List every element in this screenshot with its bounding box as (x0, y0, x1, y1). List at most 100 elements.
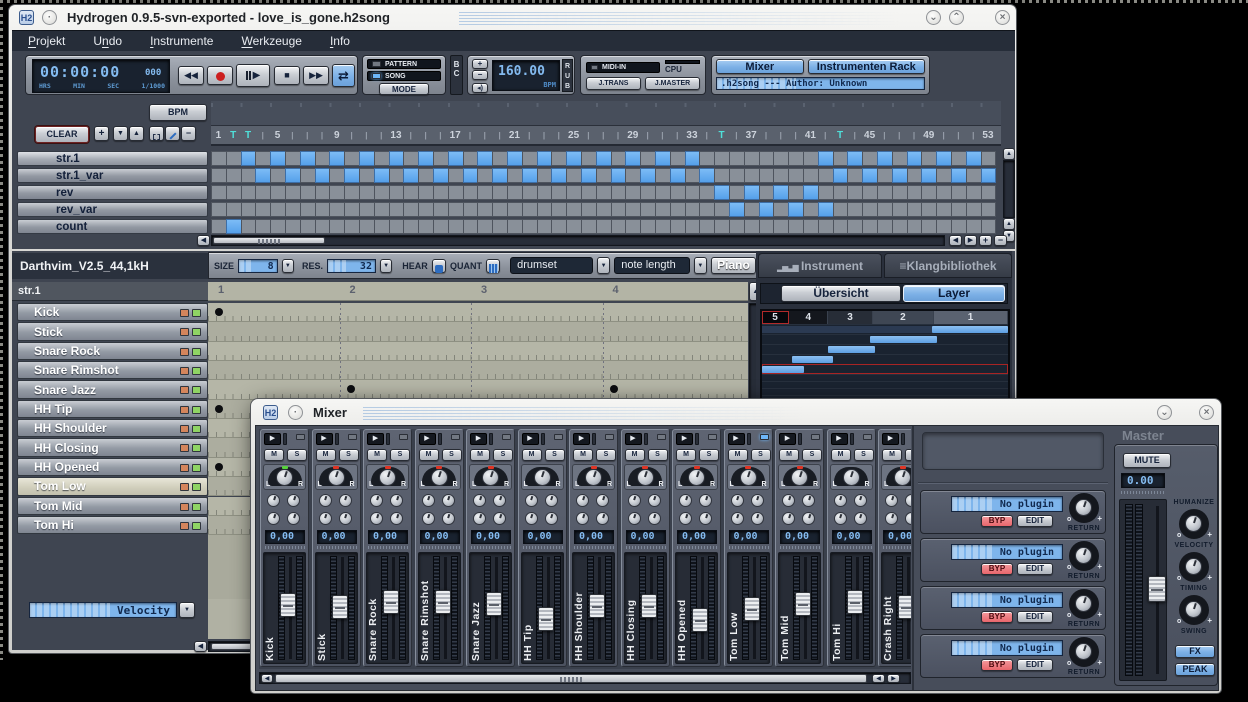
strip-knob-handle[interactable] (850, 433, 854, 445)
song-cell[interactable] (892, 151, 908, 166)
strip-pan-control[interactable]: LR (778, 464, 821, 490)
instrument-row-tom-low[interactable]: Tom Low (17, 477, 208, 495)
song-cell[interactable] (981, 185, 997, 200)
song-cell[interactable] (714, 151, 730, 166)
song-grid-row[interactable] (211, 151, 995, 166)
song-cell[interactable] (566, 202, 582, 217)
song-cell[interactable] (744, 202, 760, 217)
song-cell[interactable] (551, 151, 567, 166)
song-cell[interactable] (833, 219, 849, 234)
song-cell[interactable] (611, 151, 627, 166)
solo-led[interactable] (192, 367, 201, 375)
layer-editor[interactable]: 54321 (760, 309, 1010, 399)
song-cell[interactable] (907, 185, 923, 200)
pattern-grid-row[interactable] (208, 361, 748, 380)
song-cell[interactable] (803, 185, 819, 200)
song-cell[interactable] (981, 168, 997, 183)
song-cell[interactable] (463, 202, 479, 217)
song-cell[interactable] (966, 185, 982, 200)
song-cell[interactable] (699, 219, 715, 234)
song-cell[interactable] (507, 219, 523, 234)
song-cell[interactable] (655, 202, 671, 217)
strip-mute-button[interactable]: M (882, 449, 902, 461)
strip-knob-handle[interactable] (541, 433, 545, 445)
pattern-row-rev[interactable]: rev (17, 185, 208, 200)
song-cell[interactable] (211, 185, 227, 200)
strip-pan-control[interactable]: LR (624, 464, 667, 490)
song-cell[interactable] (448, 219, 464, 234)
strip-solo-button[interactable]: S (390, 449, 410, 461)
res-dropdown-icon[interactable]: ▼ (380, 259, 392, 273)
solo-led[interactable] (192, 425, 201, 433)
strip-play-button[interactable]: ▶ (264, 433, 281, 445)
fx-send-knob-2[interactable] (545, 494, 558, 507)
strip-mute-button[interactable]: M (264, 449, 284, 461)
song-cell[interactable] (596, 151, 612, 166)
humanize-timing-knob[interactable]: o+ (1179, 552, 1209, 582)
layer-header-1[interactable]: 1 (934, 311, 1008, 324)
strip-solo-button[interactable]: S (493, 449, 513, 461)
fx-send-knob-2[interactable] (905, 494, 911, 507)
song-cell[interactable] (803, 219, 819, 234)
song-cell[interactable] (477, 151, 493, 166)
song-cell[interactable] (936, 168, 952, 183)
song-cell[interactable] (492, 185, 508, 200)
song-cell[interactable] (640, 151, 656, 166)
song-cell[interactable] (477, 168, 493, 183)
song-cell[interactable] (818, 168, 834, 183)
move-pattern-up-button[interactable]: ▲ (129, 126, 144, 141)
song-cell[interactable] (418, 151, 434, 166)
song-cell[interactable] (255, 185, 271, 200)
mute-led[interactable] (180, 406, 189, 414)
song-cell[interactable] (714, 202, 730, 217)
instrument-row-hh-shoulder[interactable]: HH Shoulder (17, 419, 208, 437)
fx-return-knob[interactable]: o+ (1069, 541, 1099, 571)
song-cell[interactable] (596, 202, 612, 217)
song-cell[interactable] (433, 151, 449, 166)
bpm-up-button[interactable]: + (472, 59, 488, 69)
song-cell[interactable] (833, 151, 849, 166)
strip-play-button[interactable]: ▶ (419, 433, 436, 445)
strip-play-button[interactable]: ▶ (625, 433, 642, 445)
song-cell[interactable] (685, 185, 701, 200)
pan-knob[interactable] (379, 469, 396, 486)
mixer-button[interactable]: Mixer (716, 59, 804, 74)
shade-down-icon[interactable]: ⌄ (926, 10, 941, 25)
fx-send-knob-1[interactable] (473, 494, 486, 507)
song-cell[interactable] (921, 202, 937, 217)
pan-knob[interactable] (894, 469, 911, 486)
song-cell[interactable] (418, 168, 434, 183)
tag-ruler[interactable] (211, 101, 1001, 126)
fx-send-knob-4[interactable] (699, 512, 712, 525)
note-dot[interactable] (347, 385, 355, 393)
song-cell[interactable] (270, 185, 286, 200)
song-cell[interactable] (300, 151, 316, 166)
song-cell[interactable] (833, 168, 849, 183)
song-cell[interactable] (403, 202, 419, 217)
song-cell[interactable] (833, 202, 849, 217)
song-cell[interactable] (788, 202, 804, 217)
song-grid-row[interactable] (211, 202, 995, 217)
solo-led[interactable] (192, 386, 201, 394)
pan-knob[interactable] (637, 469, 654, 486)
strip-pan-control[interactable]: LR (727, 464, 770, 490)
rubberband-button[interactable]: RUB (562, 59, 573, 92)
song-cell[interactable] (300, 202, 316, 217)
strip-fader-handle[interactable] (486, 592, 502, 616)
rewind-button[interactable]: ◀◀ (178, 66, 204, 85)
song-cell[interactable] (389, 185, 405, 200)
song-cell[interactable] (951, 185, 967, 200)
song-cell[interactable] (759, 202, 775, 217)
fx-send-knob-2[interactable] (802, 494, 815, 507)
song-cell[interactable] (788, 151, 804, 166)
song-cell[interactable] (581, 151, 597, 166)
strip-pan-control[interactable]: LR (881, 464, 911, 490)
fx-bypass-button[interactable]: BYP (981, 563, 1013, 575)
song-cell[interactable] (241, 219, 257, 234)
fx-send-knob-3[interactable] (370, 512, 383, 525)
fx-edit-button[interactable]: EDIT (1017, 611, 1053, 623)
song-cell[interactable] (729, 185, 745, 200)
song-cell[interactable] (226, 185, 242, 200)
fx-send-knob-2[interactable] (493, 494, 506, 507)
fx-send-knob-3[interactable] (576, 512, 589, 525)
